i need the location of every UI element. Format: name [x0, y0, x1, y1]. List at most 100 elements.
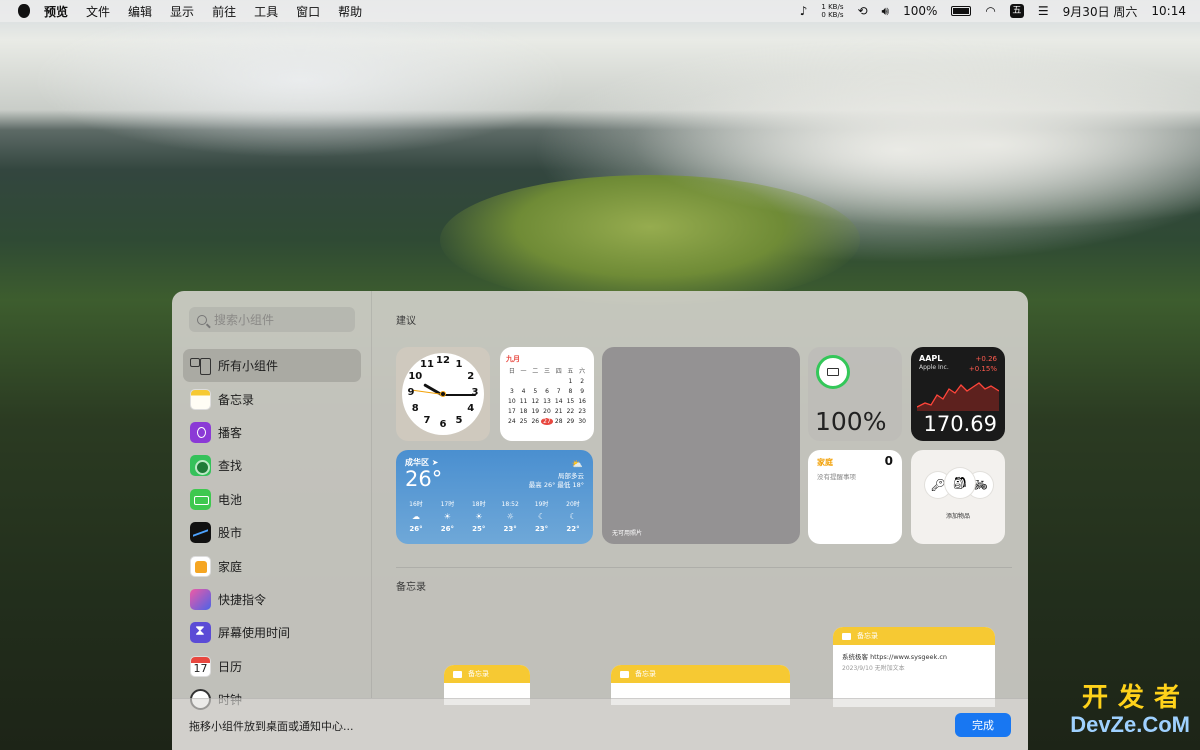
menu-edit[interactable]: 编辑: [128, 3, 152, 20]
calendar-day: [506, 378, 518, 385]
stock-sparkline: [917, 382, 999, 411]
notes-widget-large[interactable]: 备忘录 系统极客 https://www.sysgeek.cn 2023/9/1…: [833, 627, 995, 707]
calendar-day: 14: [554, 398, 563, 405]
weather-hour-icon: ☁: [412, 512, 420, 521]
stock-symbol: AAPL: [919, 354, 943, 363]
control-center-icon[interactable]: ☰: [1038, 4, 1049, 18]
stocks-icon: [190, 522, 211, 544]
note-title: 备忘录: [468, 670, 489, 678]
menu-file[interactable]: 文件: [86, 3, 110, 20]
calendar-day: 9: [580, 388, 585, 395]
sidebar-item-shortcuts[interactable]: 快捷指令: [183, 583, 361, 616]
sidebar-item-home[interactable]: 家庭: [183, 549, 361, 582]
music-note-icon[interactable]: ♪: [800, 4, 808, 18]
sidebar-item-find-my[interactable]: 查找: [183, 449, 361, 482]
calendar-day: [529, 378, 541, 385]
net-download: 0 KB/s: [821, 11, 844, 19]
sidebar-item-podcasts[interactable]: 播客: [183, 416, 361, 449]
network-speed[interactable]: 1 KB/s 0 KB/s: [821, 3, 843, 19]
calendar-day: 5: [533, 388, 538, 395]
calendar-widget[interactable]: 九月 日一二三四五六 1 2 3 4 5 6 7 8 9 10 11 12 13 14 15 16 17 18 19 2…: [500, 347, 594, 441]
widget-category-list: 所有小组件 备忘录 播客 查找 电池 股市 家庭 快捷指令 ⧗ 屏幕使用时间 1…: [183, 349, 361, 716]
menu-app-preview[interactable]: 预览: [44, 3, 68, 20]
gallery-sidebar: 搜索小组件 所有小组件 备忘录 播客 查找 电池 股市 家庭 快捷指令 ⧗ 屏幕…: [172, 291, 372, 711]
weather-widget[interactable]: 成华区 ➤ 26° ⛅ 局部多云 最高 26° 最低 18° 16时 ☁ 26° 17…: [396, 450, 593, 544]
volume-icon[interactable]: 🔊︎: [882, 4, 890, 19]
clock-number: 9: [407, 387, 415, 398]
calendar-weekday: 四: [555, 368, 562, 375]
sidebar-item-label: 所有小组件: [218, 359, 279, 374]
menu-view[interactable]: 显示: [170, 3, 194, 20]
sidebar-item-all-widgets[interactable]: 所有小组件: [183, 349, 361, 383]
note-line-1: 系统极客 https://www.sysgeek.cn: [842, 653, 948, 661]
notes-icon: [190, 388, 211, 410]
clock-widget[interactable]: 12 1 2 3 4 5 6 7 8 9 10 11: [396, 347, 490, 441]
reminders-empty-text: 没有提醒事项: [817, 473, 856, 481]
clock-number: 6: [439, 419, 447, 430]
menu-window[interactable]: 窗口: [296, 3, 320, 20]
weather-hour: 16时 ☁ 26°: [402, 499, 430, 535]
reminders-widget[interactable]: 家庭 0 没有提醒事项: [808, 450, 902, 544]
sidebar-item-label: 播客: [218, 425, 243, 440]
input-method-icon[interactable]: 五: [1009, 4, 1024, 18]
menu-tools[interactable]: 工具: [254, 3, 278, 20]
battery-ring: [816, 355, 850, 389]
sidebar-item-calendar[interactable]: 17 日历: [183, 650, 361, 683]
menu-help[interactable]: 帮助: [338, 3, 362, 20]
clock-number: 3: [471, 387, 479, 398]
calendar-day: 7: [556, 388, 561, 395]
calendar-day: 12: [531, 398, 540, 405]
battery-icon[interactable]: [951, 6, 972, 16]
battery-percent[interactable]: 100%: [903, 4, 937, 18]
sidebar-item-screen-time[interactable]: 屏幕使用时间: [183, 616, 361, 649]
calendar-day: 23: [578, 408, 586, 415]
weather-hour: 18时 ☀ 25°: [465, 499, 493, 535]
calendar-weekday: 三: [543, 368, 550, 375]
note-header: 备忘录: [611, 665, 790, 683]
find-items-widget[interactable]: 🔑︎ 🎒︎ 🚲︎ 添加物品: [911, 450, 1005, 544]
stocks-widget[interactable]: AAPL Apple Inc. +0.26 +0.15% 170.69: [911, 347, 1005, 441]
sidebar-item-label: 股市: [218, 526, 243, 541]
widget-search-field[interactable]: 搜索小组件: [189, 307, 355, 332]
time-machine-icon[interactable]: ⟲: [857, 4, 867, 18]
gallery-footer: 拖移小组件放到桌面或通知中心... 完成: [172, 698, 1028, 750]
section-title-suggestions: 建议: [396, 316, 416, 327]
folder-icon: [620, 670, 629, 678]
calendar-day: 18: [519, 408, 528, 415]
menubar-date[interactable]: 9月30日 周六: [1063, 3, 1138, 20]
site-watermark: 开发者 DevZe.CoM: [1030, 684, 1190, 738]
weather-range: 最高 26° 最低 18°: [528, 481, 584, 489]
weather-hour-temp: 23°: [503, 525, 517, 533]
calendar-day: [518, 378, 530, 385]
section-divider: [396, 567, 1012, 568]
calendar-day: 27: [541, 418, 553, 425]
done-button[interactable]: 完成: [955, 713, 1011, 737]
calendar-day: 8: [568, 388, 573, 395]
photos-widget[interactable]: 无可用照片: [602, 347, 800, 544]
sidebar-item-battery[interactable]: 电池: [183, 483, 361, 516]
weather-hour-time: 18时: [471, 501, 486, 508]
sidebar-item-label: 电池: [218, 492, 243, 507]
calendar-weekday: 六: [579, 368, 586, 375]
calendar-day: 10: [508, 398, 516, 405]
wifi-icon[interactable]: ◠: [985, 4, 995, 18]
sidebar-item-stocks[interactable]: 股市: [183, 516, 361, 549]
menu-go[interactable]: 前往: [212, 3, 236, 20]
note-header: 备忘录: [833, 627, 995, 645]
battery-widget[interactable]: 100%: [808, 347, 902, 441]
weather-hour-time: 20时: [566, 501, 580, 508]
weather-hour-time: 19时: [534, 501, 549, 508]
apple-menu-icon[interactable]: [18, 4, 30, 18]
calendar-weekday: 五: [567, 368, 574, 375]
clock-number: 10: [408, 371, 423, 382]
clock-number: 7: [423, 414, 431, 426]
stock-change: +0.26 +0.15%: [969, 354, 997, 374]
weather-condition: 局部多云: [558, 472, 584, 480]
note-title: 备忘录: [857, 632, 878, 640]
sidebar-item-label: 屏幕使用时间: [218, 626, 291, 641]
calendar-day: 28: [554, 418, 563, 425]
find-items-icons: 🔑︎ 🎒︎ 🚲︎: [925, 468, 993, 506]
menubar-time[interactable]: 10:14: [1151, 4, 1186, 18]
sidebar-item-notes[interactable]: 备忘录: [183, 382, 361, 415]
battery-widget-percent: 100%: [815, 407, 887, 436]
